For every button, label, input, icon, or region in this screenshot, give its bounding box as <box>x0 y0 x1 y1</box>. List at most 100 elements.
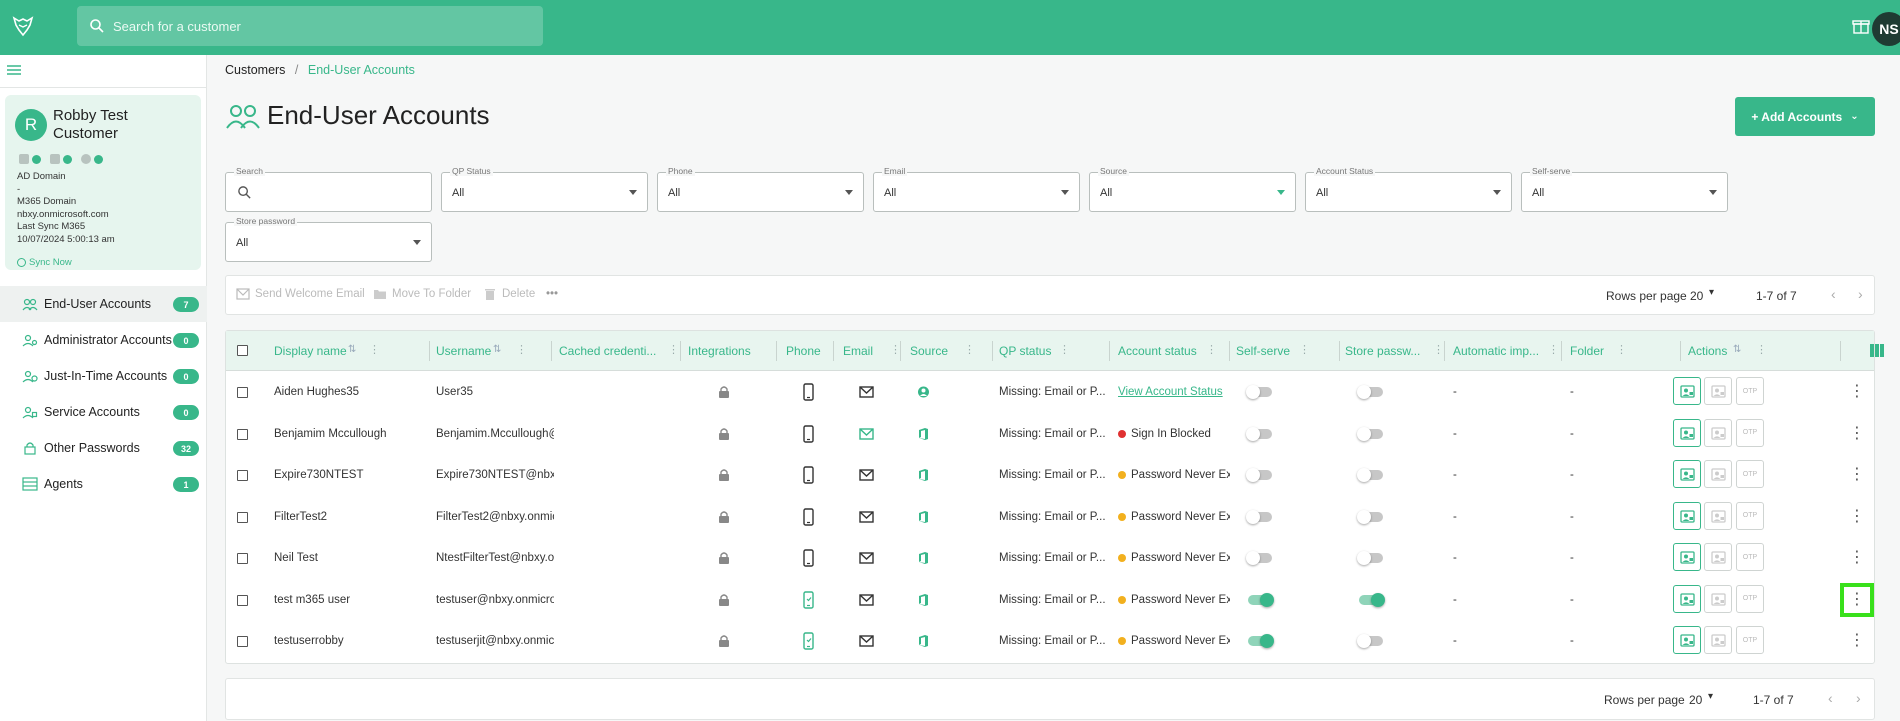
column-menu-icon[interactable]: ⋮ <box>1299 343 1310 356</box>
column-divider[interactable] <box>1561 341 1562 361</box>
sort-icon[interactable]: ⇅ <box>493 344 501 355</box>
column-divider[interactable] <box>1109 341 1110 361</box>
gift-icon[interactable] <box>1852 17 1870 35</box>
row-menu-icon[interactable]: ⋮ <box>1845 505 1869 529</box>
otp-button[interactable]: OTP <box>1736 584 1764 613</box>
display-name-cell[interactable]: Neil Test <box>274 552 424 564</box>
column-divider[interactable] <box>1840 341 1841 361</box>
otp-button[interactable]: OTP <box>1736 501 1764 530</box>
self-serve-toggle[interactable] <box>1246 551 1272 565</box>
qp-status-filter[interactable]: QP Status All <box>441 166 648 212</box>
row-checkbox[interactable] <box>237 511 248 523</box>
row-menu-icon[interactable]: ⋮ <box>1845 629 1869 653</box>
self-serve-filter[interactable]: Self-serve All <box>1521 166 1728 212</box>
column-menu-icon[interactable]: ⋮ <box>369 343 380 356</box>
sidebar-item-end-user-accounts[interactable]: End-User Accounts 7 <box>0 286 207 322</box>
add-accounts-button[interactable]: + Add Accounts ⌄ <box>1735 97 1875 136</box>
columns-icon[interactable] <box>1870 344 1884 357</box>
column-divider[interactable] <box>429 341 430 361</box>
column-menu-icon[interactable]: ⋮ <box>1433 343 1444 356</box>
row-menu-icon[interactable]: ⋮ <box>1845 546 1869 570</box>
column-divider[interactable] <box>833 341 834 361</box>
col-username[interactable]: Username <box>436 344 491 358</box>
display-name-cell[interactable]: Benjamim Mccullough <box>274 428 424 440</box>
breadcrumb-customers[interactable]: Customers <box>225 63 285 77</box>
col-store-password[interactable]: Store passw... <box>1345 344 1420 358</box>
row-menu-icon[interactable]: ⋮ <box>1840 582 1874 617</box>
logo-icon[interactable] <box>10 13 36 39</box>
phone-filter[interactable]: Phone All <box>657 166 864 212</box>
column-menu-icon[interactable]: ⋮ <box>668 343 679 356</box>
lock-action-button[interactable] <box>1704 460 1732 488</box>
lock-action-button[interactable] <box>1704 418 1732 447</box>
self-serve-toggle[interactable] <box>1246 426 1272 441</box>
column-menu-icon[interactable]: ⋮ <box>1548 343 1559 356</box>
credentials-action-button[interactable] <box>1673 501 1701 530</box>
store-password-toggle[interactable] <box>1357 509 1383 524</box>
sort-icon[interactable]: ⇅ <box>348 344 356 355</box>
column-divider[interactable] <box>1444 341 1445 361</box>
column-menu-icon[interactable]: ⋮ <box>1756 343 1767 356</box>
view-account-status-link[interactable]: View Account Status <box>1118 386 1223 398</box>
store-password-toggle[interactable] <box>1357 385 1383 399</box>
self-serve-toggle[interactable] <box>1248 592 1274 607</box>
credentials-action-button[interactable] <box>1673 418 1701 447</box>
row-checkbox[interactable] <box>237 553 248 564</box>
store-password-toggle[interactable] <box>1359 592 1385 607</box>
lock-action-button[interactable] <box>1704 626 1732 654</box>
rows-per-page-select[interactable]: 20 <box>1690 289 1703 303</box>
credentials-action-button[interactable] <box>1673 377 1701 405</box>
move-to-folder-button[interactable]: Move To Folder <box>373 288 471 300</box>
col-folder[interactable]: Folder <box>1570 344 1604 358</box>
credentials-action-button[interactable] <box>1673 460 1701 488</box>
column-divider[interactable] <box>900 341 901 361</box>
otp-button[interactable]: OTP <box>1736 377 1764 405</box>
display-name-cell[interactable]: testuserrobby <box>274 635 424 647</box>
credentials-action-button[interactable] <box>1673 626 1701 654</box>
self-serve-toggle[interactable] <box>1248 634 1274 648</box>
column-divider[interactable] <box>1339 341 1340 361</box>
col-self-serve[interactable]: Self-serve <box>1236 344 1290 358</box>
self-serve-toggle[interactable] <box>1246 509 1272 524</box>
display-name-cell[interactable]: test m365 user <box>274 594 424 606</box>
column-menu-icon[interactable]: ⋮ <box>1616 343 1627 356</box>
table-row[interactable]: Aiden Hughes35 User35 Missing: Email or P.… <box>226 372 1874 414</box>
delete-button[interactable]: Delete <box>483 288 535 300</box>
col-display-name[interactable]: Display name <box>274 344 347 358</box>
col-integrations[interactable]: Integrations <box>688 344 751 358</box>
row-checkbox[interactable] <box>237 636 248 647</box>
self-serve-toggle[interactable] <box>1246 385 1272 399</box>
row-checkbox[interactable] <box>237 470 248 481</box>
otp-button[interactable]: OTP <box>1736 460 1764 488</box>
search-filter[interactable]: Search <box>225 166 432 212</box>
prev-page-icon[interactable]: ‹ <box>1831 286 1836 302</box>
col-cached-credentials[interactable]: Cached credenti... <box>559 344 656 358</box>
email-filter[interactable]: Email All <box>873 166 1080 212</box>
rows-per-page-select[interactable]: 20 <box>1689 693 1702 707</box>
sidebar-item-administrator-accounts[interactable]: Administrator Accounts 0 <box>0 322 207 358</box>
store-password-filter[interactable]: Store password All <box>225 216 432 262</box>
store-password-toggle[interactable] <box>1357 468 1383 482</box>
row-menu-icon[interactable]: ⋮ <box>1845 380 1869 404</box>
col-qp-status[interactable]: QP status <box>999 344 1051 358</box>
col-phone[interactable]: Phone <box>786 344 821 358</box>
col-account-status[interactable]: Account status <box>1118 344 1197 358</box>
sidebar-item-other-passwords[interactable]: Other Passwords 32 <box>0 430 207 466</box>
display-name-cell[interactable]: FilterTest2 <box>274 511 424 523</box>
lock-action-button[interactable] <box>1704 377 1732 405</box>
lock-action-button[interactable] <box>1704 584 1732 613</box>
account-status-filter[interactable]: Account Status All <box>1305 166 1512 212</box>
column-menu-icon[interactable]: ⋮ <box>1059 343 1070 356</box>
sync-now-link[interactable]: Sync Now <box>17 257 72 268</box>
next-page-icon[interactable]: › <box>1856 690 1861 706</box>
row-checkbox[interactable] <box>237 594 248 606</box>
col-source[interactable]: Source <box>910 344 948 358</box>
select-all-checkbox[interactable] <box>237 345 248 356</box>
store-password-toggle[interactable] <box>1357 634 1383 648</box>
table-row[interactable]: testuserrobby testuserjit@nbxy.onmic Missi… <box>226 621 1874 663</box>
next-page-icon[interactable]: › <box>1858 286 1863 302</box>
prev-page-icon[interactable]: ‹ <box>1828 690 1833 706</box>
row-menu-icon[interactable]: ⋮ <box>1845 463 1869 487</box>
otp-button[interactable]: OTP <box>1736 418 1764 447</box>
column-divider[interactable] <box>776 341 777 361</box>
